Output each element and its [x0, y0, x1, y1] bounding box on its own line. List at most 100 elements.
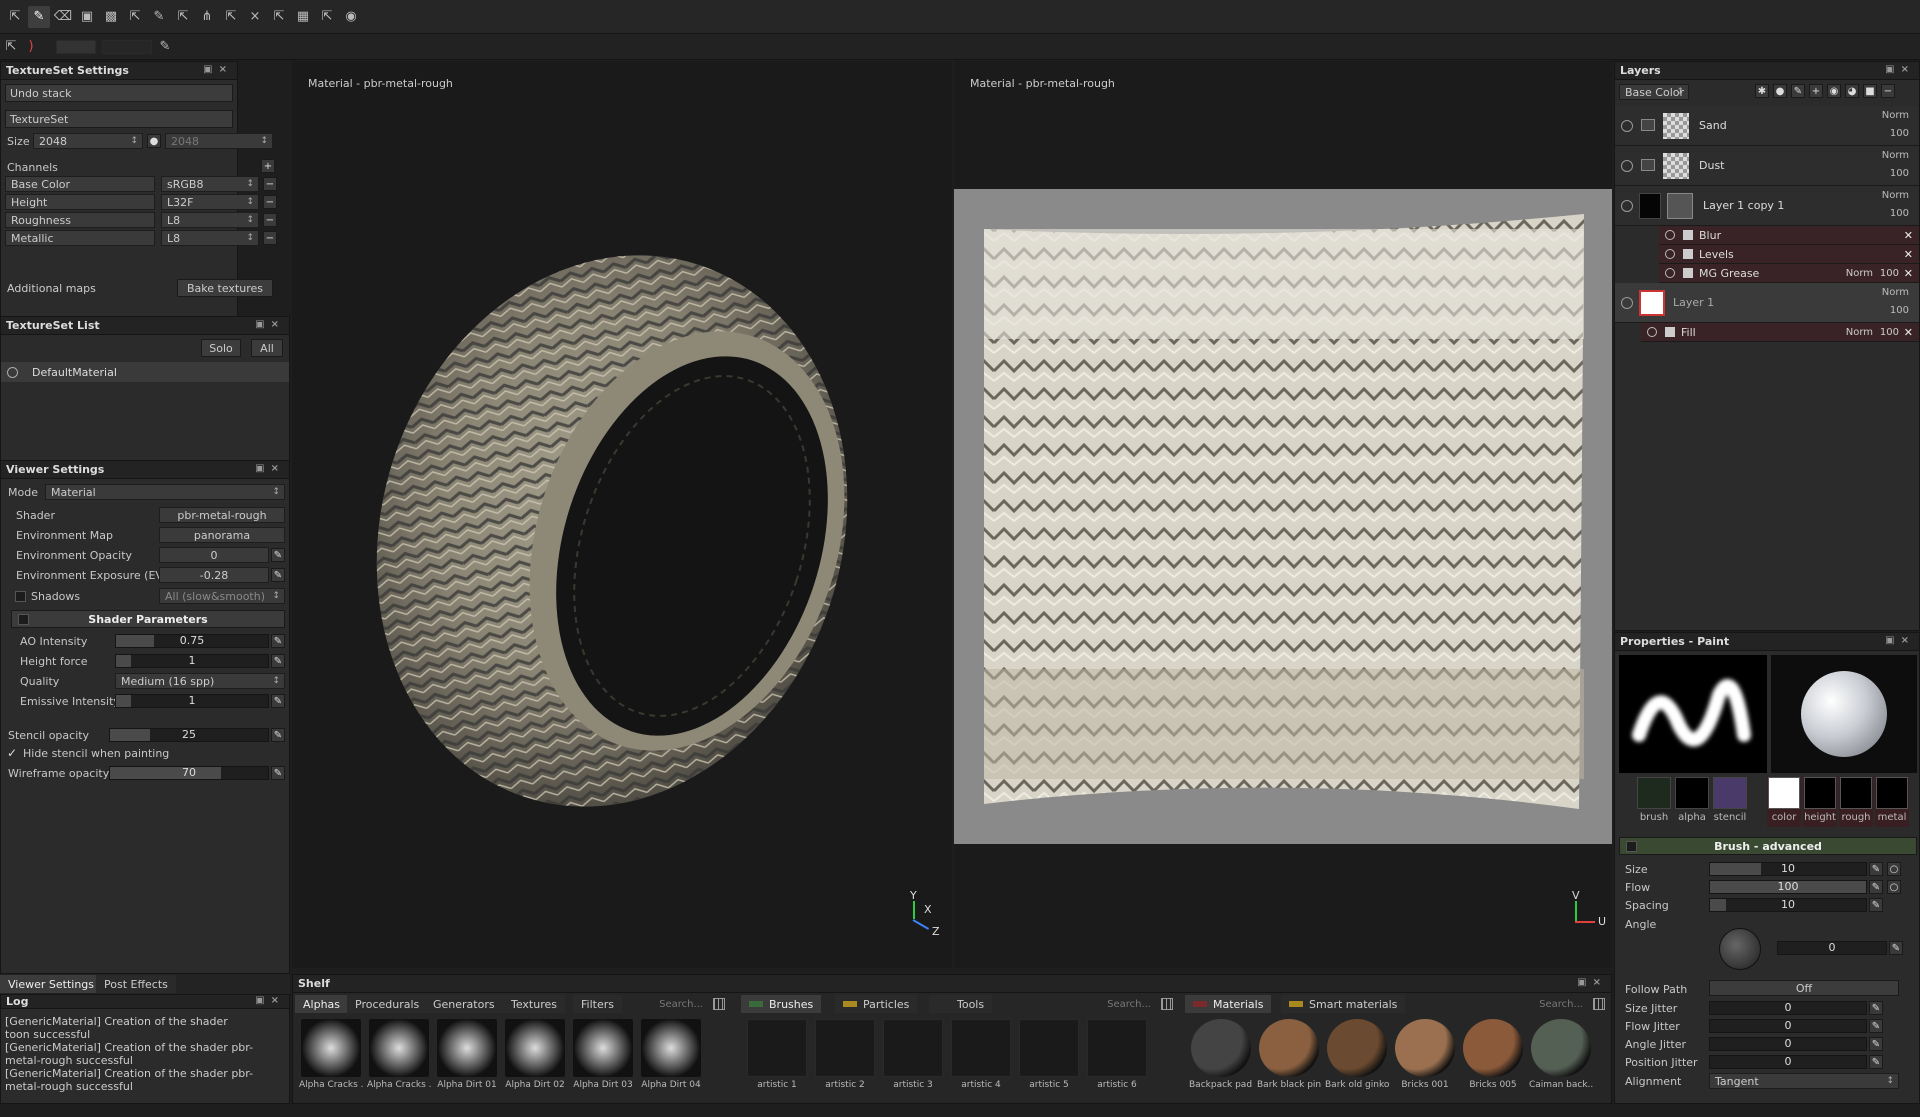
- smart-material-icon[interactable]: ◕: [1845, 84, 1859, 98]
- layer-effect-row[interactable]: Levels ✕: [1659, 245, 1919, 264]
- shelf-item[interactable]: Caiman back...: [1529, 1019, 1593, 1090]
- remove-effect-icon[interactable]: ✕: [1904, 229, 1913, 242]
- follow-path-toggle[interactable]: Off: [1709, 980, 1899, 996]
- projection-tool[interactable]: ▣: [76, 6, 98, 28]
- expand-icon-3[interactable]: ⇱: [268, 6, 290, 28]
- paint-brush-tool[interactable]: ✎: [28, 5, 50, 28]
- shelf-tab-alphas[interactable]: Alphas: [295, 995, 349, 1013]
- shelf-item[interactable]: Alpha Dirt 04: [639, 1019, 703, 1090]
- viewport-3d[interactable]: Material - pbr-metal-rough Y X Z: [292, 61, 952, 968]
- edit-icon-flow_jitter[interactable]: ✎: [1869, 1019, 1883, 1033]
- shelf-item[interactable]: Alpha Dirt 03: [571, 1019, 635, 1090]
- shadows-checkbox[interactable]: [15, 591, 26, 602]
- channel-format-select[interactable]: sRGB8: [161, 176, 259, 192]
- channel-name[interactable]: Base Color: [5, 176, 155, 192]
- expand-icon[interactable]: ⇱: [4, 6, 26, 28]
- remove-effect-icon[interactable]: ✕: [1904, 326, 1913, 339]
- size-slider[interactable]: 10: [1709, 862, 1867, 876]
- angle-slider[interactable]: 0: [1777, 941, 1887, 955]
- environment-map-field[interactable]: panorama: [159, 527, 285, 543]
- pen-pressure-icon[interactable]: ○: [1887, 862, 1901, 876]
- layer-visibility-icon[interactable]: [1621, 160, 1633, 172]
- layer-opacity[interactable]: 100: [1890, 305, 1909, 316]
- wireframe-opacity-slider[interactable]: 70: [109, 766, 269, 780]
- symmetry-tool[interactable]: ⋔: [196, 6, 218, 28]
- effect-visibility-icon[interactable]: [1647, 327, 1657, 337]
- material-slot-color[interactable]: color: [1767, 777, 1801, 827]
- tab-viewer-settings[interactable]: Viewer Settings: [0, 975, 103, 993]
- shelf-item[interactable]: Alpha Dirt 01: [435, 1019, 499, 1090]
- shelf-item[interactable]: Bricks 005: [1461, 1019, 1525, 1090]
- layer-blend-mode[interactable]: Norm: [1882, 150, 1909, 161]
- edit-icon-env-opacity[interactable]: ✎: [271, 548, 285, 562]
- channel-name[interactable]: Metallic: [5, 230, 155, 246]
- solo-button[interactable]: Solo: [201, 339, 241, 357]
- shelf-tab-tools[interactable]: Tools: [929, 995, 993, 1013]
- expand-icon-4[interactable]: ⇱: [316, 6, 338, 28]
- material-slot-metal[interactable]: metal: [1875, 777, 1909, 827]
- hide-stencil-check-icon[interactable]: ✓: [7, 746, 17, 760]
- material-slot-rough[interactable]: rough: [1839, 777, 1873, 827]
- panel-float-close-icon[interactable]: ▣×: [203, 64, 233, 75]
- delete-layer-icon[interactable]: −: [1881, 84, 1895, 98]
- shelf-item[interactable]: Bark old ginko: [1325, 1019, 1389, 1090]
- layer-effect-row[interactable]: MG Grease Norm 100 ✕: [1659, 264, 1919, 283]
- effect-opacity[interactable]: 100: [1880, 268, 1899, 279]
- layer-effect-row[interactable]: Blur ✕: [1659, 226, 1919, 245]
- shelf-item[interactable]: artistic 5: [1017, 1019, 1081, 1090]
- uv-texture-canvas[interactable]: [954, 189, 1612, 844]
- shelf-tab-textures[interactable]: Textures: [503, 995, 565, 1013]
- add-folder-icon[interactable]: ■: [1863, 84, 1877, 98]
- shelf-tab-brushes[interactable]: Brushes: [741, 995, 822, 1013]
- smudge-tool[interactable]: ⇱: [124, 6, 146, 28]
- shader-field[interactable]: pbr-metal-rough: [159, 507, 285, 523]
- shelf-item[interactable]: artistic 4: [949, 1019, 1013, 1090]
- channel-format-select[interactable]: L8: [161, 230, 259, 246]
- brush-advanced-header[interactable]: Brush - advanced: [1619, 837, 1917, 855]
- layer-mask-thumb[interactable]: [1639, 193, 1661, 219]
- environment-exposure-input[interactable]: -0.28: [159, 567, 269, 583]
- symmetry-axis-tool[interactable]: ×: [244, 6, 266, 28]
- layer-row-selected[interactable]: Layer 1 Norm 100: [1615, 283, 1919, 323]
- edit-icon-size[interactable]: ✎: [1869, 862, 1883, 876]
- edit-icon-spacing[interactable]: ✎: [1869, 898, 1883, 912]
- material-slot-height[interactable]: height: [1803, 777, 1837, 827]
- layer-visibility-icon[interactable]: [1621, 297, 1633, 309]
- slot-brush[interactable]: brush: [1637, 777, 1671, 827]
- ao-intensity-slider[interactable]: 0.75: [115, 634, 269, 648]
- shelf-item[interactable]: Bricks 001: [1393, 1019, 1457, 1090]
- tool-value-field-2[interactable]: [102, 39, 152, 54]
- brush-advanced-checkbox[interactable]: [1626, 841, 1637, 852]
- folder-icon[interactable]: [1641, 159, 1655, 171]
- bake-textures-button[interactable]: Bake textures: [177, 279, 273, 297]
- textureset-button[interactable]: TextureSet: [5, 110, 233, 128]
- size_jitter-slider[interactable]: 0: [1709, 1001, 1867, 1015]
- channel-format-select[interactable]: L32F: [161, 194, 259, 210]
- panel-float-close-icon-3[interactable]: ▣×: [255, 463, 285, 474]
- pen-pressure-icon[interactable]: ○: [1887, 880, 1901, 894]
- layer-row[interactable]: Layer 1 copy 1 Norm 100: [1615, 186, 1919, 226]
- channel-name[interactable]: Roughness: [5, 212, 155, 228]
- expand-icon-2[interactable]: ⇱: [220, 6, 242, 28]
- size-select[interactable]: 2048: [33, 133, 143, 149]
- add-channel-icon[interactable]: +: [261, 159, 275, 173]
- shader-parameters-header[interactable]: Shader Parameters: [11, 610, 285, 628]
- slot-alpha[interactable]: alpha: [1675, 777, 1709, 827]
- color-picker-tool[interactable]: ⇱: [172, 6, 194, 28]
- shelf-item[interactable]: Alpha Cracks ...: [367, 1019, 431, 1090]
- effect-opacity[interactable]: 100: [1880, 327, 1899, 338]
- panel-float-close-icon-4[interactable]: ▣×: [255, 995, 285, 1006]
- tab-post-effects[interactable]: Post Effects: [96, 975, 176, 993]
- shelf-tab-particles[interactable]: Particles: [835, 995, 918, 1013]
- camera-tool[interactable]: ◉: [340, 6, 362, 28]
- position_jitter-slider[interactable]: 0: [1709, 1055, 1867, 1069]
- effect-visibility-icon[interactable]: [1665, 249, 1675, 259]
- paint-layer-icon[interactable]: ✎: [1791, 84, 1805, 98]
- layer-thumbnail[interactable]: [1663, 113, 1689, 139]
- shelf-search-input[interactable]: Search...: [1107, 996, 1151, 1012]
- viewport-2d[interactable]: Material - pbr-metal-rough V U: [954, 61, 1612, 968]
- add-effect-icon[interactable]: ✱: [1755, 84, 1769, 98]
- flow_jitter-slider[interactable]: 0: [1709, 1019, 1867, 1033]
- angle_jitter-slider[interactable]: 0: [1709, 1037, 1867, 1051]
- remove-effect-icon[interactable]: ✕: [1904, 248, 1913, 261]
